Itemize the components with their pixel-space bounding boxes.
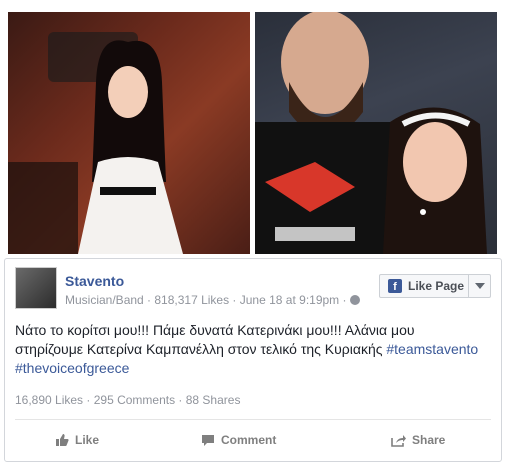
post-text-line1: Νάτο το κορίτσι μου!!! Πάμε δυνατά Κατερ…: [15, 322, 415, 338]
share-icon: [391, 434, 406, 447]
photo-illustration: [8, 32, 183, 254]
photo-man-and-woman[interactable]: [255, 12, 497, 254]
post-photos: [0, 0, 512, 262]
hashtag-thevoiceofgreece[interactable]: #thevoiceofgreece: [15, 360, 129, 376]
post-text: Νάτο το κορίτσι μου!!! Πάμε δυνατά Κατερ…: [15, 321, 495, 378]
like-page-button[interactable]: f Like Page: [379, 274, 491, 298]
comment-icon: [202, 434, 214, 446]
comment-button[interactable]: Comment: [201, 433, 276, 447]
facebook-icon: f: [388, 279, 402, 293]
hashtag-teamstavento[interactable]: #teamstavento: [386, 341, 478, 357]
like-label: Like: [75, 433, 100, 447]
thumbs-up-icon: [56, 434, 69, 446]
post-stats[interactable]: 16,890 Likes · 295 Comments · 88 Shares: [15, 393, 240, 407]
share-button[interactable]: Share: [391, 433, 445, 447]
post-card: Stavento Musician/Band · 818,317 Likes ·…: [4, 258, 502, 462]
like-page-label: Like Page: [408, 279, 465, 293]
chevron-down-icon[interactable]: [475, 283, 485, 289]
page-name-link[interactable]: Stavento: [65, 273, 124, 289]
globe-icon: [349, 295, 360, 305]
page-avatar[interactable]: [15, 267, 57, 309]
post-meta: Musician/Band · 818,317 Likes · June 18 …: [65, 293, 360, 307]
comment-label: Comment: [221, 433, 277, 447]
photo-woman-stage[interactable]: [8, 12, 250, 254]
like-button[interactable]: Like: [55, 433, 99, 447]
button-divider: [468, 275, 469, 297]
photo-illustration: [255, 12, 487, 254]
share-label: Share: [412, 433, 446, 447]
post-actions: Like Comment Share: [5, 425, 503, 457]
post-text-line2: στηρίζουμε Κατερίνα Καμπανέλλη στον τελι…: [15, 341, 387, 357]
divider: [15, 419, 491, 420]
post-meta-text: Musician/Band · 818,317 Likes · June 18 …: [65, 293, 347, 307]
